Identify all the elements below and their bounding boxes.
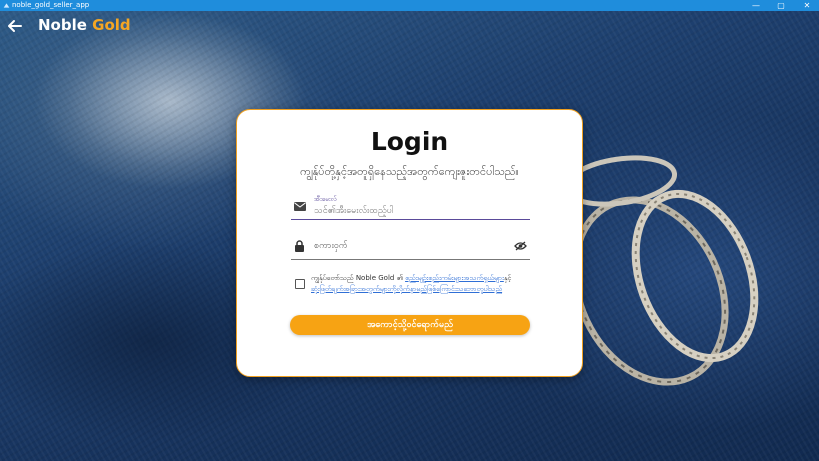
terms-middle: နှင့် [503, 274, 512, 282]
password-input[interactable]: စကားဝှက် [314, 240, 348, 253]
login-card: Login ကျွန်ုပ်တို့နှင့်အတူရှိနေသည့်အတွက်… [236, 109, 583, 377]
back-arrow-icon[interactable] [6, 17, 24, 35]
mail-icon [294, 202, 306, 211]
terms-prefix: ကျွန်ုပ်တော်သည် Noble Gold ၏ [311, 274, 403, 282]
brand-primary: Noble [38, 16, 87, 34]
email-input[interactable]: သင်၏အီးမေးလ်းထည့်ပါ [314, 205, 393, 218]
brand-accent: Gold [92, 16, 131, 34]
brand-logo: Noble Gold [38, 16, 131, 34]
minimize-button[interactable]: — [744, 0, 768, 11]
lock-icon [295, 240, 304, 252]
app-logo-icon [3, 3, 10, 8]
email-field[interactable]: အီးမေးလ် သင်၏အီးမေးလ်းထည့်ပါ [291, 192, 530, 220]
policy-link[interactable]: ဆုံးဖြတ်ချက်အခြားအတွက်များကိုလိုက်နာမည်ဖ… [311, 285, 502, 293]
terms-link[interactable]: စည်းမျဉ်းစည်းကမ်းများအသက်ရှယ်များ [405, 274, 504, 282]
rings-image [562, 155, 759, 386]
password-field[interactable]: စကားဝှက် [291, 232, 530, 260]
login-button[interactable]: အကောင့်သို့ဝင်ရောက်မည် [290, 315, 530, 335]
terms-text: ကျွန်ုပ်တော်သည် Noble Gold ၏ စည်းမျဉ်းစည… [311, 273, 536, 295]
login-subtitle: ကျွန်ုပ်တို့နှင့်အတူရှိနေသည့်အတွက်ကျေးဇူ… [300, 165, 519, 178]
maximize-button[interactable]: ▢ [769, 0, 793, 11]
login-title: Login [370, 127, 449, 156]
window-title: noble_gold_seller_app [12, 1, 90, 9]
close-button[interactable]: ✕ [795, 0, 819, 11]
email-label: အီးမေးလ် [314, 195, 337, 203]
terms-checkbox[interactable] [295, 279, 305, 289]
eye-off-icon[interactable] [514, 241, 527, 251]
window-titlebar: noble_gold_seller_app — ▢ ✕ [0, 0, 819, 11]
terms-row: ကျွန်ုပ်တော်သည် Noble Gold ၏ စည်းမျဉ်းစည… [294, 273, 534, 297]
